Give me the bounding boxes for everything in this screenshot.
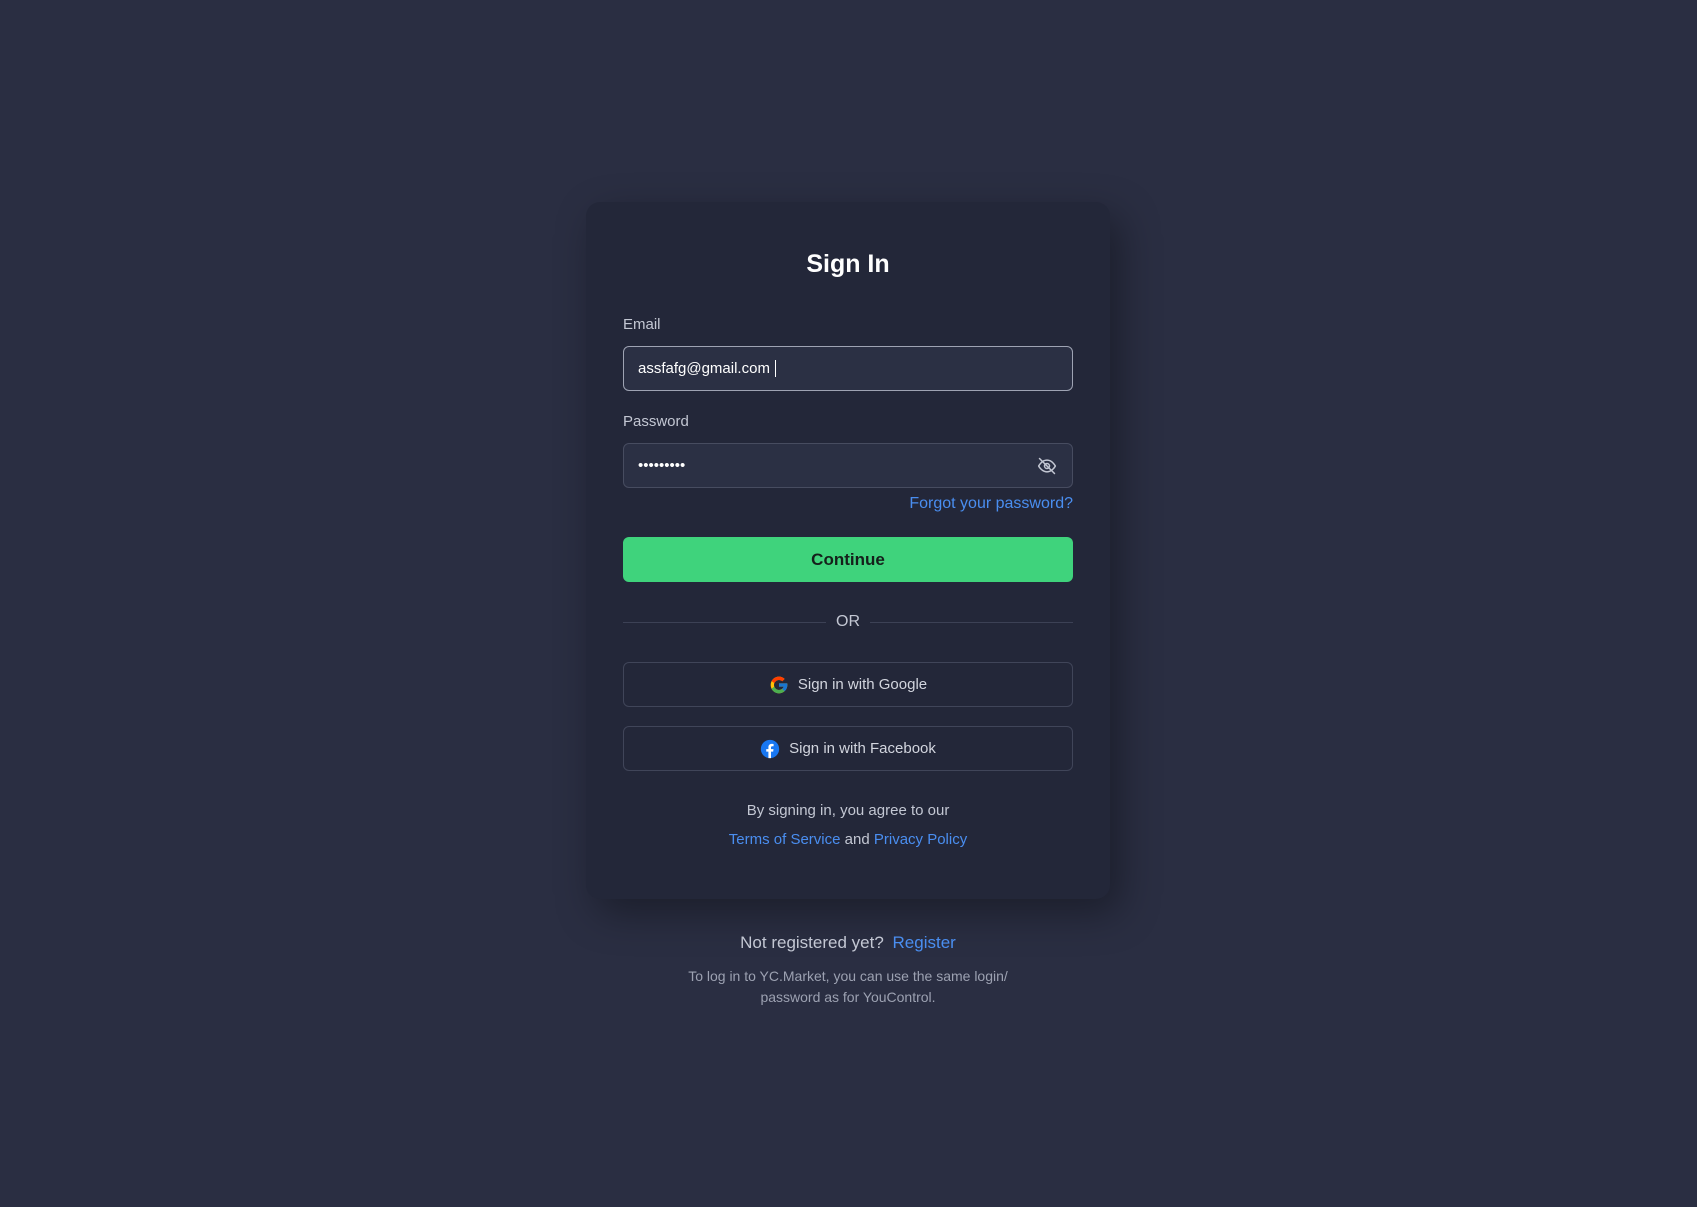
terms-of-service-link[interactable]: Terms of Service bbox=[729, 831, 841, 848]
email-field[interactable]: assfafg@gmail.com bbox=[623, 346, 1073, 391]
or-label: OR bbox=[836, 613, 860, 630]
and-text: and bbox=[844, 831, 870, 848]
password-label: Password bbox=[623, 413, 689, 430]
page: Sign In Email assfafg@gmail.com Password… bbox=[0, 0, 1697, 1207]
signin-card: Sign In Email assfafg@gmail.com Password… bbox=[586, 202, 1110, 899]
or-divider: OR bbox=[623, 612, 1073, 632]
google-button-label: Sign in with Google bbox=[797, 676, 928, 693]
forgot-password-link[interactable]: Forgot your password? bbox=[909, 495, 1073, 513]
privacy-policy-link[interactable]: Privacy Policy bbox=[874, 831, 967, 848]
register-link[interactable]: Register bbox=[893, 933, 956, 952]
password-value: ••••••••• bbox=[638, 457, 686, 474]
not-registered-text: Not registered yet? bbox=[740, 933, 884, 952]
text-caret bbox=[774, 360, 777, 377]
google-signin-button[interactable]: Sign in with Google bbox=[623, 662, 1073, 707]
continue-button[interactable]: Continue bbox=[623, 537, 1073, 582]
eye-off-icon[interactable] bbox=[1036, 455, 1058, 477]
page-title: Sign In bbox=[806, 250, 890, 278]
password-field[interactable]: ••••••••• bbox=[623, 443, 1073, 488]
facebook-button-label: Sign in with Facebook bbox=[789, 740, 936, 757]
divider-line-right bbox=[870, 621, 1073, 623]
login-note-line-2: password as for YouControl. bbox=[760, 989, 936, 1005]
login-note: To log in to YC.Market, you can use the … bbox=[586, 966, 1110, 1008]
facebook-icon bbox=[760, 739, 780, 759]
agreement-text: By signing in, you agree to our bbox=[746, 802, 950, 819]
email-value: assfafg@gmail.com bbox=[638, 360, 770, 377]
register-row: Not registered yet? Register bbox=[586, 933, 1110, 953]
google-icon bbox=[769, 675, 789, 695]
legal-links: Terms of Service and Privacy Policy bbox=[586, 831, 1110, 848]
facebook-signin-button[interactable]: Sign in with Facebook bbox=[623, 726, 1073, 771]
email-label: Email bbox=[623, 316, 661, 333]
divider-line-left bbox=[623, 621, 826, 623]
login-note-line-1: To log in to YC.Market, you can use the … bbox=[688, 968, 1008, 984]
